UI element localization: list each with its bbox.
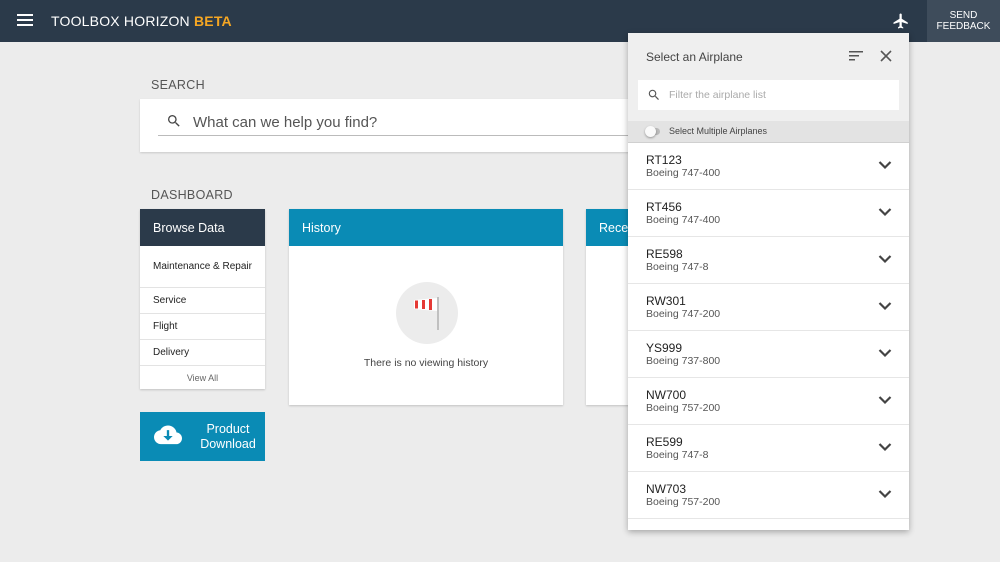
panel-title: Select an Airplane xyxy=(646,50,743,64)
airplane-row-rt123[interactable]: RT123 Boeing 747-400 xyxy=(628,143,909,190)
browse-data-card: Browse Data Maintenance & Repair Service… xyxy=(140,209,265,389)
airplane-code: YS999 xyxy=(646,341,683,355)
airplane-row-nw703[interactable]: NW703 Boeing 757-200 xyxy=(628,472,909,519)
chevron-down-icon[interactable] xyxy=(878,207,892,217)
close-icon[interactable] xyxy=(879,49,893,63)
filter-box xyxy=(638,80,899,110)
airplane-code: NW700 xyxy=(646,388,687,402)
chevron-down-icon[interactable] xyxy=(878,442,892,452)
panel-header: Select an Airplane Select Multiple Airpl… xyxy=(628,33,909,143)
chevron-down-icon[interactable] xyxy=(878,254,892,264)
airplane-code: RE598 xyxy=(646,247,683,261)
airplane-select-panel: Select an Airplane Select Multiple Airpl… xyxy=(628,33,909,530)
airplane-model: Boeing 757-200 xyxy=(646,402,721,414)
airplane-model: Boeing 747-8 xyxy=(646,261,709,273)
airplane-model: Boeing 737-800 xyxy=(646,355,721,367)
cloud-download-icon xyxy=(154,425,182,445)
airplane-row-ys999[interactable]: YS999 Boeing 737-800 xyxy=(628,331,909,378)
chevron-down-icon[interactable] xyxy=(878,348,892,358)
chevron-down-icon[interactable] xyxy=(878,301,892,311)
browse-item-delivery[interactable]: Delivery xyxy=(140,340,265,366)
feedback-line2: FEEDBACK xyxy=(936,21,991,32)
airplane-row-nw700[interactable]: NW700 Boeing 757-200 xyxy=(628,378,909,425)
airplane-list: RT123 Boeing 747-400 RT456 Boeing 747-40… xyxy=(628,143,909,519)
airplane-model: Boeing 747-200 xyxy=(646,308,721,320)
airplane-model: Boeing 747-8 xyxy=(646,449,709,461)
browse-item-flight[interactable]: Flight xyxy=(140,314,265,340)
view-all-link[interactable]: View All xyxy=(140,366,265,390)
multi-select-row: Select Multiple Airplanes xyxy=(628,121,909,143)
airplane-code: RE599 xyxy=(646,435,683,449)
product-download-button[interactable]: Product Download xyxy=(140,412,265,461)
search-icon xyxy=(648,89,659,100)
app-title: TOOLBOX HORIZON BETA xyxy=(51,13,232,29)
airplane-model: Boeing 747-400 xyxy=(646,214,721,226)
product-download-label: Product Download xyxy=(195,422,261,452)
airplane-row-re598[interactable]: RE598 Boeing 747-8 xyxy=(628,237,909,284)
browse-item-service[interactable]: Service xyxy=(140,288,265,314)
history-empty-text: There is no viewing history xyxy=(363,357,489,369)
airplane-model: Boeing 757-200 xyxy=(646,496,721,508)
app-name: TOOLBOX HORIZON xyxy=(51,13,190,29)
search-section-label: SEARCH xyxy=(151,78,205,92)
windsock-illustration xyxy=(396,282,458,344)
search-input[interactable] xyxy=(193,111,633,133)
feedback-line1: SEND xyxy=(949,10,978,21)
multi-select-toggle[interactable] xyxy=(645,126,660,137)
airplane-filter-input[interactable] xyxy=(669,86,889,104)
airplane-icon xyxy=(893,13,908,29)
windsock-icon xyxy=(414,297,439,330)
chevron-down-icon[interactable] xyxy=(878,160,892,170)
toggle-knob xyxy=(645,126,656,137)
download-line2: Download xyxy=(200,437,256,451)
airplane-row-re599[interactable]: RE599 Boeing 747-8 xyxy=(628,425,909,472)
download-line1: Product xyxy=(206,422,250,436)
send-feedback-button[interactable]: SEND FEEDBACK xyxy=(927,0,1000,42)
airplane-code: RT123 xyxy=(646,153,682,167)
history-title: History xyxy=(289,209,563,246)
airplane-model: Boeing 747-400 xyxy=(646,167,721,179)
airplane-row-rw301[interactable]: RW301 Boeing 747-200 xyxy=(628,284,909,331)
browse-item-maintenance-repair[interactable]: Maintenance & Repair xyxy=(140,246,265,288)
menu-icon[interactable] xyxy=(17,14,33,26)
sort-icon[interactable] xyxy=(848,49,864,63)
browse-data-title: Browse Data xyxy=(140,209,265,246)
airplane-row-rt456[interactable]: RT456 Boeing 747-400 xyxy=(628,190,909,237)
chevron-down-icon[interactable] xyxy=(878,489,892,499)
dashboard-label: DASHBOARD xyxy=(151,188,233,202)
history-card: History There is no viewing history xyxy=(289,209,563,405)
beta-badge: BETA xyxy=(193,13,232,29)
chevron-down-icon[interactable] xyxy=(878,395,892,405)
airplane-selector-button[interactable] xyxy=(886,9,916,33)
airplane-code: RT456 xyxy=(646,200,682,214)
airplane-code: NW703 xyxy=(646,482,687,496)
airplane-code: RW301 xyxy=(646,294,686,308)
search-icon xyxy=(168,115,180,127)
multi-select-label: Select Multiple Airplanes xyxy=(669,126,768,136)
search-underline xyxy=(158,135,640,136)
